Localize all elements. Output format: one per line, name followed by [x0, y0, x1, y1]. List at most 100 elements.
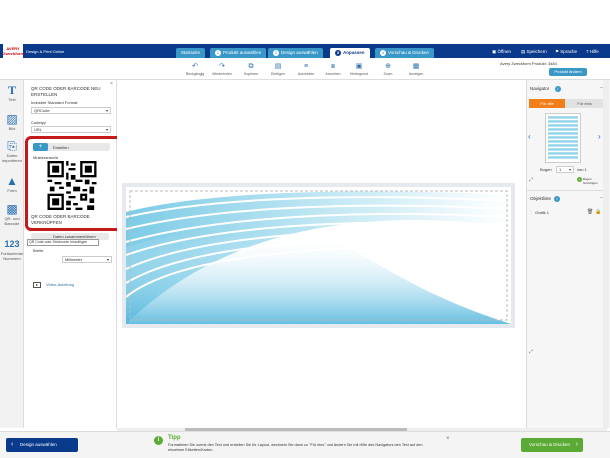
undo-button[interactable]: ↶ Rückgängig [180, 63, 210, 76]
sheet-label: Bogen [540, 167, 552, 172]
unit-value: Millimeter [65, 257, 83, 262]
step-number: 1 [215, 50, 221, 56]
numbering-icon: 123 [4, 239, 20, 249]
tool-qrcode[interactable]: ▩ QR- und Barcode [0, 203, 24, 227]
paste-button[interactable]: ▤ Einfügen [263, 63, 293, 76]
tool-label: Bild [8, 126, 16, 131]
info-icon[interactable]: i [555, 86, 561, 92]
chevron-down-icon: ▾ [105, 127, 108, 132]
tool-label: Hintergrund [349, 72, 369, 76]
next-button[interactable]: Vorschau & Drucken › [521, 438, 583, 452]
step-customize[interactable]: 3 Anpassen [330, 48, 370, 58]
highlight-box [25, 136, 125, 231]
expand-icon[interactable]: ⤢ [529, 349, 533, 355]
text-icon: T [7, 83, 16, 97]
tool-label: Ausrichten [297, 72, 315, 76]
next-label: Vorschau & Drucken [529, 442, 571, 447]
type-value: URL [34, 127, 43, 132]
wave-graphic[interactable] [126, 187, 511, 324]
step-label: Produkt auswählen [223, 50, 262, 55]
help-link[interactable]: ? Hilfe [586, 49, 599, 54]
brand-logo[interactable]: AVERY Zweckform [3, 44, 24, 58]
tool-label: Kopieren [243, 72, 258, 76]
video-tutorial-link[interactable]: Video-Anleitung [46, 282, 74, 287]
width-label: Breite [33, 248, 44, 253]
unit-select[interactable]: Millimeter ▾ [62, 256, 112, 263]
save-label: Speichern [526, 49, 547, 54]
tool-label: Zoom [383, 72, 393, 76]
step-select-product[interactable]: 1 Produkt auswählen [210, 48, 267, 58]
standard-select[interactable]: QRCode ▾ [31, 107, 111, 114]
add-sheet-label: Bogen hinzufügen [583, 177, 598, 185]
tool-image[interactable]: ▨ Bild [0, 113, 24, 132]
tab-for-one[interactable]: Für eins [565, 99, 604, 108]
redo-icon: ↷ [219, 63, 225, 70]
label-canvas[interactable] [122, 183, 515, 328]
trash-icon[interactable]: 🗑 [587, 209, 593, 215]
step-number: 2 [273, 50, 279, 56]
copy-button[interactable]: ⧉ Kopieren [236, 63, 266, 76]
tab-for-all[interactable]: Für alle [529, 99, 565, 108]
step-label: Startseite [181, 50, 201, 55]
open-label: Öffnen [497, 49, 511, 54]
tooltip: QR Code oder Strichcode hinzufügen [27, 239, 99, 246]
video-icon: ▸ [33, 282, 41, 288]
step-select-design[interactable]: 2 Design auswählen [268, 48, 323, 58]
chevron-right-icon: › [575, 441, 578, 448]
tool-label: QR- und Barcode [4, 216, 20, 226]
save-link[interactable]: ▤ Speichern [521, 49, 547, 55]
info-icon[interactable]: i [554, 196, 560, 202]
chevron-down-icon: ▾ [106, 257, 109, 262]
step-number: 4 [380, 50, 386, 56]
view-icon: ▦ [412, 63, 420, 70]
tool-import-data[interactable]: ⎘ Daten importieren [0, 139, 24, 164]
step-label: Design auswählen [281, 50, 318, 55]
tool-label: Text [8, 97, 16, 102]
tool-label: Fortlaufende Nummern [0, 251, 24, 261]
close-icon[interactable]: × [446, 436, 450, 442]
standard-value: QRCode [34, 108, 50, 113]
top-blank-area [0, 0, 610, 44]
step-preview-print[interactable]: 4 Vorschau & Drucken [375, 48, 435, 58]
open-link[interactable]: ▣ Öffnen [492, 49, 511, 55]
chevron-down-icon: ▾ [568, 167, 571, 172]
app-title: Design & Print Online [26, 49, 65, 54]
redo-button[interactable]: ↷ Wiederholen [207, 63, 237, 76]
language-link[interactable]: ⚑ Sprache [555, 49, 577, 55]
chevron-down-icon: ▾ [105, 108, 108, 113]
zoom-button[interactable]: ⊕ Zoom [373, 63, 403, 76]
object-name: Grafik 1 [535, 210, 550, 215]
sheet-of-label: von 1 [577, 167, 587, 172]
back-button[interactable]: ‹ Design auswählen [6, 438, 78, 452]
background-button[interactable]: ▣ Hintergrund [344, 63, 374, 76]
tool-text[interactable]: T Text [0, 83, 24, 103]
chevron-left-icon[interactable]: ‹ [528, 132, 531, 141]
align-icon: ≡ [303, 63, 309, 70]
objects-title: Objektliste [530, 196, 552, 201]
tool-numbering[interactable]: 123 Fortlaufende Nummern [0, 238, 24, 261]
sheet-thumbnail[interactable] [545, 113, 581, 163]
lock-icon[interactable]: 🔒 [595, 209, 601, 215]
drag-handle-icon[interactable]: ⋮ [529, 209, 533, 214]
align-button[interactable]: ≡ Ausrichten [291, 63, 321, 76]
help-label: Hilfe [589, 49, 599, 54]
sheet-select[interactable]: 1 ▾ [556, 166, 574, 173]
chevron-right-icon[interactable]: › [598, 132, 601, 141]
divider [527, 190, 609, 191]
type-select[interactable]: URL ▾ [31, 126, 111, 133]
tip-icon: i [154, 436, 163, 445]
change-product-button[interactable]: Produkt ändern [549, 68, 587, 76]
object-list-item[interactable]: ⋮ Grafik 1 🗑 🔒 [529, 209, 605, 216]
vertical-scrollbar[interactable] [603, 80, 609, 428]
standard-label: Industrie Standard Format [31, 100, 78, 105]
tip-text: Formatieren Sie zuerst den Text und erst… [168, 443, 423, 452]
tool-label: Wiederholen [212, 72, 232, 76]
view-button[interactable]: ▦ Anzeigen [401, 63, 431, 76]
expand-icon[interactable]: ⤢ [529, 177, 533, 183]
import-icon: ⎘ [7, 139, 17, 153]
background-icon: ▣ [355, 63, 363, 70]
tool-label: Rückgängig [185, 72, 205, 76]
tool-label: Form [7, 188, 17, 193]
step-home[interactable]: Startseite [176, 48, 206, 58]
tool-shape[interactable]: ▲ Form [0, 175, 24, 194]
